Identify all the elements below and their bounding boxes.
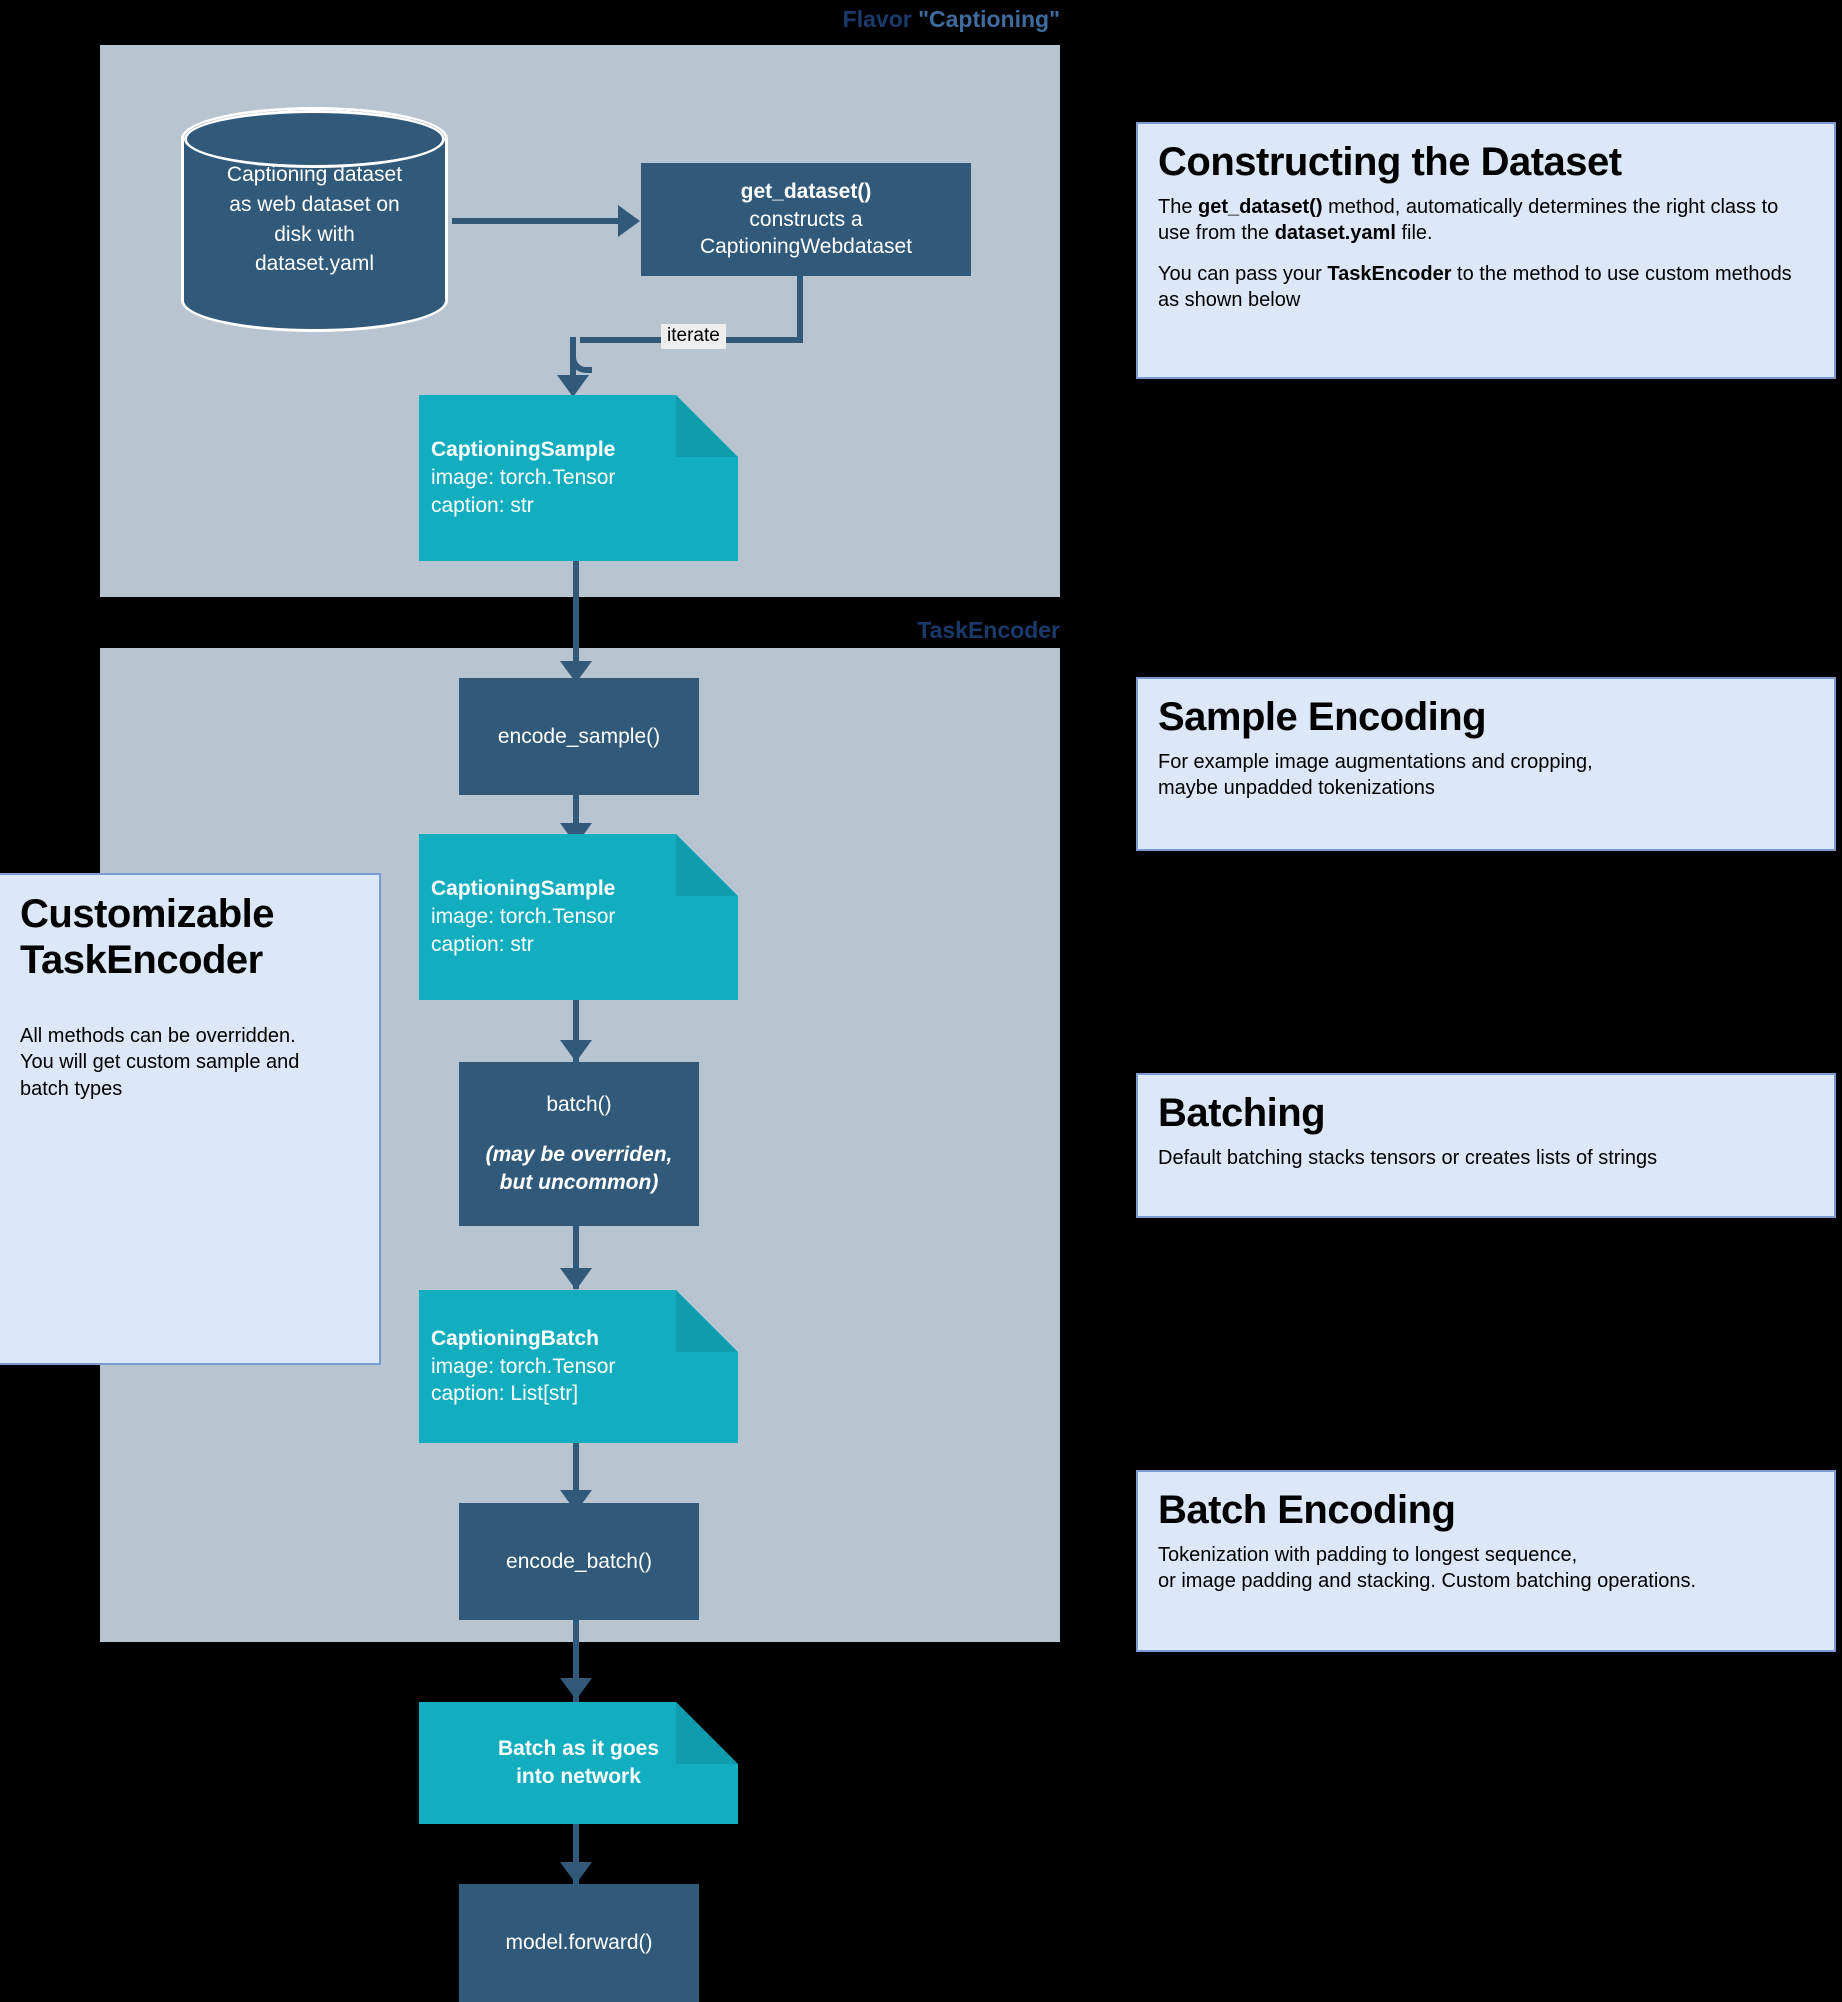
node-captioning-batch: CaptioningBatch image: torch.Tensor capt… [419,1290,738,1443]
edge-dataset-to-getdataset-line [452,218,620,224]
group-label-flavor-quoted: "Captioning" [918,6,1060,32]
callout-batching-title: Batching [1158,1091,1326,1135]
callout-constructing-dataset-title: Constructing the Dataset [1158,140,1622,184]
be-body-line-2: or image padding and stacking. Custom ba… [1158,1570,1697,1593]
cylinder-line-2: as web dataset on [229,192,400,216]
callout-customizable-taskencoder: Customizable TaskEncoder All methods can… [0,873,381,1365]
node-captioning-sample-2: CaptioningSample image: torch.Tensor cap… [419,834,738,1000]
cylinder-line-3: disk with [274,222,355,246]
callout-batching-body: Default batching stacks tensors or creat… [1158,1147,1658,1169]
captioning-sample-2-field-1: image: torch.Tensor [431,905,616,929]
node-fold-corner-icon [676,1702,738,1764]
ct-body-line-2: You will get custom sample and [20,1051,300,1074]
group-label-taskencoder-wrap: TaskEncoder [640,617,1060,644]
group-label-flavor-prefix: Flavor [842,6,919,32]
callout-constructing-dataset-para-1: The get_dataset() method, automatically … [1158,194,1814,247]
edge-dataset-to-getdataset-arrowhead [618,205,640,237]
ct-title-line-1: Customizable [20,892,275,936]
callout-batching: Batching Default batching stacks tensors… [1136,1073,1836,1218]
get-dataset-line-1: get_dataset() [740,179,872,203]
node-encode-sample: encode_sample() [459,678,699,795]
callout-sample-encoding: Sample Encoding For example image augmen… [1136,677,1836,851]
callout-batch-encoding-body: Tokenization with padding to longest seq… [1158,1542,1814,1595]
cylinder-line-4: dataset.yaml [254,252,375,276]
callout-sample-encoding-body: For example image augmentations and crop… [1158,749,1814,802]
cd-p1-post: file. [1395,222,1433,245]
callout-constructing-dataset-para-2: You can pass your TaskEncoder to the met… [1158,261,1814,314]
cd-p2-b1: TaskEncoder [1327,262,1452,285]
ct-body-line-1: All methods can be overridden. [20,1025,296,1047]
ct-body-line-3: batch types [20,1077,123,1100]
get-dataset-line-3: CaptioningWebdataset [699,235,913,259]
edge-label-iterate: iterate [661,324,726,349]
captioning-batch-field-2: caption: List[str] [431,1382,579,1406]
edge-encodebatch-to-finalbatch-arrowhead [560,1678,592,1700]
callout-sample-encoding-title: Sample Encoding [1158,695,1487,739]
callout-constructing-dataset: Constructing the Dataset The get_dataset… [1136,122,1836,379]
ct-title-line-2: TaskEncoder [20,938,263,982]
se-body-line-2: maybe unpadded tokenizations [1158,777,1435,800]
captioning-sample-1-field-1: image: torch.Tensor [431,466,616,490]
batch-note-line-2: but uncommon) [499,1170,659,1194]
node-model-forward: model.forward() [459,1884,699,2002]
captioning-sample-1-field-2: caption: str [431,493,534,517]
captioning-sample-2-field-2: caption: str [431,932,534,956]
batch-label: batch() [546,1093,612,1117]
edge-sample-to-encodesample-line [573,561,579,674]
callout-batch-encoding-title: Batch Encoding [1158,1488,1456,1532]
be-body-line-1: Tokenization with padding to longest seq… [1158,1544,1578,1566]
batch-note-line-1: (may be overriden, [485,1143,673,1167]
encode-batch-label: encode_batch() [506,1549,652,1573]
cd-p1-pre: The [1158,196,1199,218]
dataset-cylinder: Captioning dataset as web dataset on dis… [181,107,448,332]
callout-batch-encoding: Batch Encoding Tokenization with padding… [1136,1470,1836,1652]
node-batch: batch() (may be overriden, but uncommon) [459,1062,699,1226]
edge-finalbatch-to-modelforward-arrowhead [560,1862,592,1884]
captioning-batch-field-1: image: torch.Tensor [431,1354,616,1378]
model-forward-label: model.forward() [505,1931,653,1955]
se-body-line-1: For example image augmentations and crop… [1158,751,1593,773]
node-encode-batch: encode_batch() [459,1503,699,1620]
callout-customizable-taskencoder-title: Customizable TaskEncoder [20,891,359,983]
cylinder-line-1: Captioning dataset [226,162,403,186]
callout-customizable-taskencoder-body: All methods can be overridden. You will … [20,1023,359,1102]
get-dataset-line-2: constructs a [749,207,863,231]
node-get-dataset: get_dataset() constructs a CaptioningWeb… [641,163,971,276]
edge-batch-to-captioningbatch-arrowhead [560,1268,592,1290]
node-final-batch: Batch as it goes into network [419,1702,738,1824]
encode-sample-label: encode_sample() [497,724,661,748]
group-label-flavor-wrap: Flavor "Captioning" [600,6,1060,33]
node-captioning-sample-1: CaptioningSample image: torch.Tensor cap… [419,395,738,561]
group-label-taskencoder: TaskEncoder [917,617,1060,643]
cd-p2-pre: You can pass your [1158,262,1328,285]
final-batch-line-1: Batch as it goes [497,1737,660,1761]
edge-sample2-to-batch-arrowhead [560,1040,592,1062]
edge-iterate-vertical-right [797,276,803,343]
edge-iterate-arrowhead [557,375,589,397]
cd-p1-b2: dataset.yaml [1274,222,1396,245]
final-batch-line-2: into network [516,1765,641,1788]
cd-p1-b1: get_dataset() [1198,196,1323,218]
